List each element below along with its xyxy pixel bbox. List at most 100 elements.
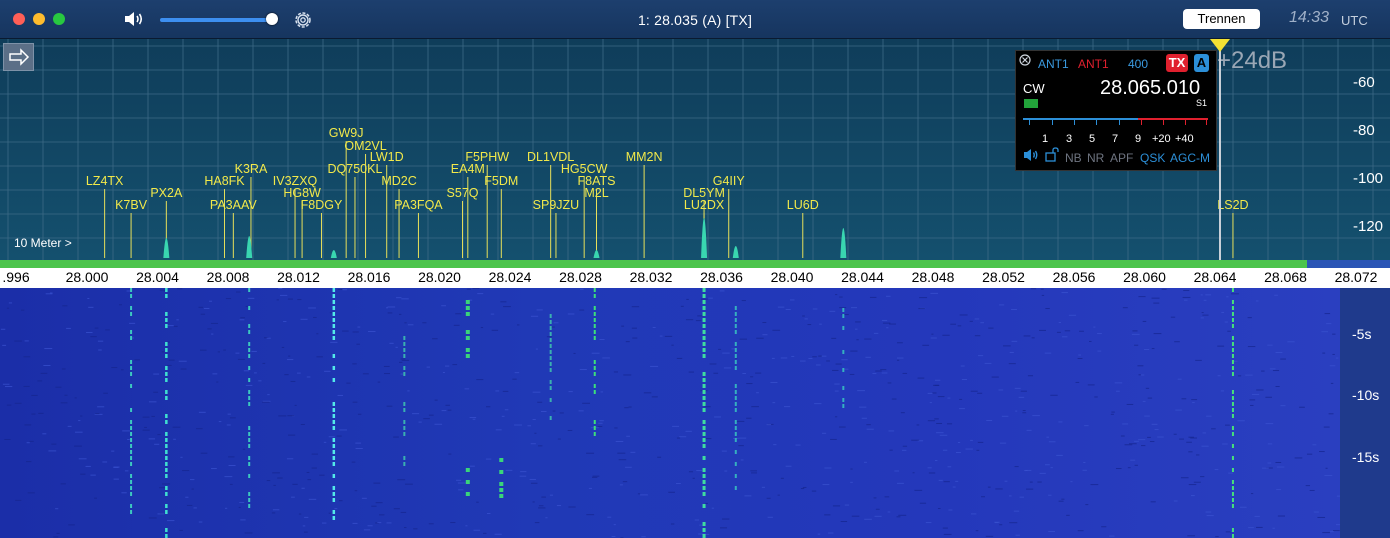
noise-speck xyxy=(1326,323,1331,324)
spot-label[interactable]: S57Q xyxy=(447,186,479,200)
noise-speck xyxy=(722,451,727,452)
waterfall-trace xyxy=(499,458,503,462)
noise-speck xyxy=(37,380,42,381)
waterfall-trace xyxy=(735,432,737,436)
noise-speck xyxy=(685,431,691,432)
noise-speck xyxy=(1083,470,1087,471)
apf-button[interactable]: APF xyxy=(1110,151,1133,165)
rx-antenna[interactable]: ANT1 xyxy=(1078,57,1109,71)
noise-speck xyxy=(1256,389,1263,390)
noise-speck xyxy=(389,343,393,344)
waterfall-trace xyxy=(1232,492,1234,496)
spot-label[interactable]: GW9J xyxy=(329,126,364,140)
spot-label[interactable]: HA8FK xyxy=(204,174,245,188)
noise-speck xyxy=(977,393,982,394)
spot-label[interactable]: SP9JZU xyxy=(533,198,580,212)
noise-speck xyxy=(1061,499,1064,500)
unlock-icon[interactable] xyxy=(1045,147,1061,162)
frequency-label: 28.016 xyxy=(348,269,391,285)
noise-speck xyxy=(27,442,30,443)
noise-speck xyxy=(813,308,818,309)
qsk-button[interactable]: QSK xyxy=(1140,151,1165,165)
spot-label[interactable]: MD2C xyxy=(381,174,416,188)
waterfall-trace xyxy=(1232,534,1234,538)
spot-label[interactable]: PA3FQA xyxy=(394,198,443,212)
noise-speck xyxy=(379,514,384,515)
spot-label[interactable]: F5DM xyxy=(484,174,518,188)
speaker-icon[interactable] xyxy=(1023,148,1041,162)
noise-speck xyxy=(1016,535,1020,536)
waterfall-trace xyxy=(550,380,552,384)
passband-bar-end xyxy=(1307,260,1390,268)
waterfall-display[interactable] xyxy=(0,288,1340,538)
agc-button[interactable]: AGC-M xyxy=(1170,151,1210,165)
spot-label[interactable]: LS2D xyxy=(1217,198,1248,212)
spot-label[interactable]: PA3AAV xyxy=(210,198,257,212)
spot-label[interactable]: K7BV xyxy=(115,198,148,212)
noise-speck xyxy=(312,454,318,455)
noise-speck xyxy=(407,390,409,391)
vfo-badge[interactable]: A xyxy=(1194,54,1209,72)
noise-speck xyxy=(601,391,604,392)
noise-speck xyxy=(386,307,388,308)
tx-antenna[interactable]: ANT1 xyxy=(1038,57,1069,71)
tx-badge[interactable]: TX xyxy=(1166,54,1188,72)
spot-label[interactable]: G4IIY xyxy=(713,174,746,188)
spot-label[interactable]: EA4M xyxy=(451,162,485,176)
clock: 14:33 xyxy=(1289,9,1329,27)
noise-speck xyxy=(223,350,226,351)
frequency-display[interactable]: 28.065.010 xyxy=(1100,77,1200,100)
waterfall-trace xyxy=(735,366,737,370)
waterfall-trace xyxy=(735,420,737,424)
waterfall-trace xyxy=(333,324,336,328)
nr-button[interactable]: NR xyxy=(1087,151,1104,165)
receiver-panel[interactable]: ANT1 ANT1 400 TX A CW 28.065.010 S1 1 3 … xyxy=(1015,50,1217,171)
spot-label[interactable]: LU2DX xyxy=(684,198,725,212)
band-label[interactable]: 10 Meter > xyxy=(14,236,72,250)
spot-label[interactable]: F5PHW xyxy=(465,150,509,164)
noise-speck xyxy=(23,356,30,357)
noise-speck xyxy=(105,329,110,330)
spot-label[interactable]: MM2N xyxy=(626,150,663,164)
spot-label[interactable]: DQ750KL xyxy=(328,162,383,176)
waterfall-trace xyxy=(466,300,470,304)
noise-speck xyxy=(190,479,194,480)
waterfall-trace xyxy=(130,474,132,478)
waterfall-trace xyxy=(466,306,470,310)
spot-label[interactable]: F8DGY xyxy=(301,198,343,212)
waterfall-trace xyxy=(333,438,336,442)
noise-speck xyxy=(676,483,681,484)
spot-label[interactable]: LW1D xyxy=(370,150,404,164)
spot-label[interactable]: LZ4TX xyxy=(86,174,124,188)
noise-speck xyxy=(948,510,952,511)
noise-speck xyxy=(288,299,293,300)
close-panel-icon[interactable] xyxy=(1019,54,1031,66)
noise-speck xyxy=(30,441,34,442)
disconnect-button[interactable]: Trennen xyxy=(1183,9,1260,29)
noise-speck xyxy=(7,308,9,309)
waterfall-trace xyxy=(1232,306,1234,310)
spot-label[interactable]: K3RA xyxy=(235,162,268,176)
noise-speck xyxy=(491,314,494,315)
noise-speck xyxy=(1221,312,1224,313)
noise-speck xyxy=(1256,300,1259,301)
tuning-marker-triangle[interactable] xyxy=(1210,39,1230,53)
mode-label[interactable]: CW xyxy=(1023,81,1045,96)
spot-label[interactable]: M2L xyxy=(584,186,608,200)
nb-button[interactable]: NB xyxy=(1065,151,1082,165)
noise-speck xyxy=(153,374,159,375)
band-arrow-button[interactable] xyxy=(3,43,34,71)
noise-speck xyxy=(876,509,880,510)
frequency-axis[interactable]: .996 28.000 28.004 28.008 28.012 28.016 28.020… xyxy=(0,268,1390,288)
noise-speck xyxy=(568,507,575,508)
spot-label[interactable]: PX2A xyxy=(150,186,183,200)
noise-speck xyxy=(870,297,877,298)
spot-label[interactable]: LU6D xyxy=(787,198,819,212)
waterfall-trace xyxy=(703,300,706,304)
noise-speck xyxy=(1134,441,1139,442)
noise-speck xyxy=(756,392,759,393)
tuning-marker[interactable] xyxy=(1219,50,1221,260)
noise-speck xyxy=(784,406,790,407)
meter-tick-label: 7 xyxy=(1112,133,1118,145)
filter-width[interactable]: 400 xyxy=(1128,57,1148,71)
